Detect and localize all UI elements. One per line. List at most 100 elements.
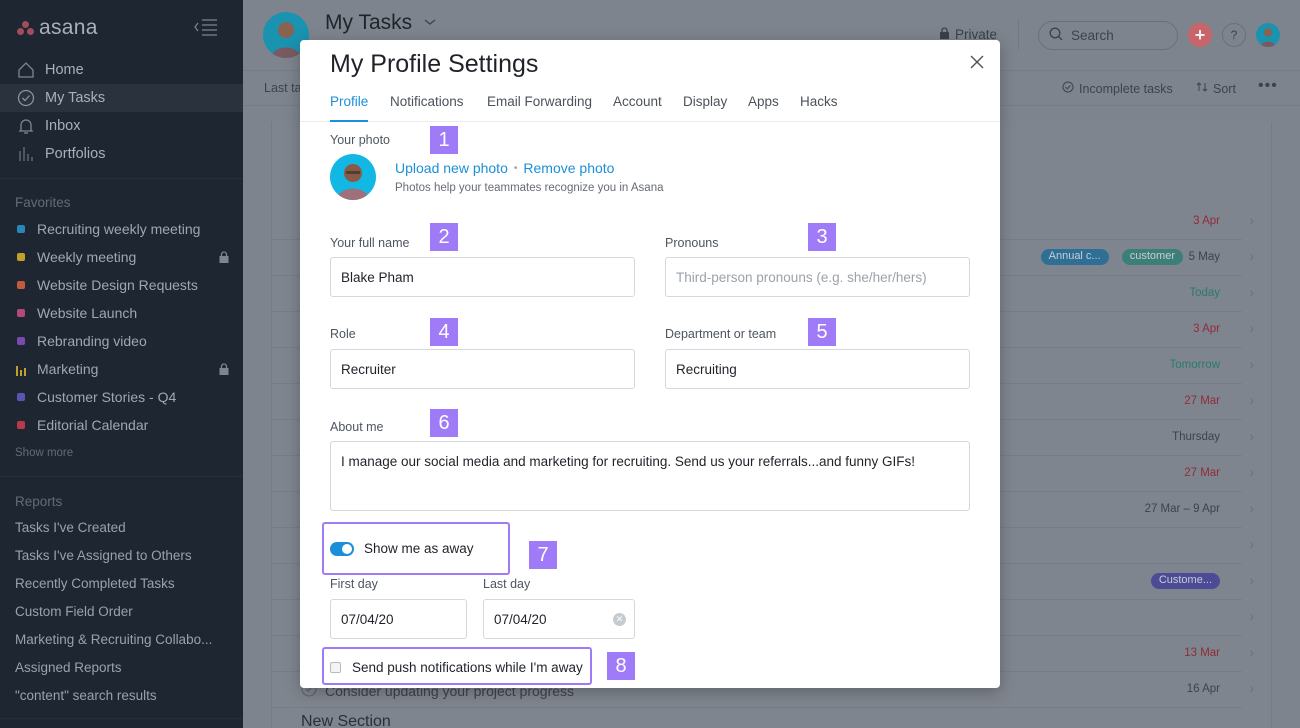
chevron-down-icon[interactable] [423,16,437,30]
report-item[interactable]: Custom Field Order [15,604,133,619]
annotation-badge: 2 [430,223,458,251]
favorites-title: Favorites [15,195,71,210]
due-date[interactable]: 27 Mar – 9 Apr [1145,503,1220,515]
due-date[interactable]: 27 Mar [1184,395,1220,407]
more-options-icon[interactable]: ••• [1258,77,1278,95]
due-date[interactable]: 16 Apr [1187,683,1220,695]
chevron-right-icon[interactable]: › [1249,212,1254,228]
chevron-right-icon[interactable]: › [1249,248,1254,264]
bell-icon [16,116,36,136]
profile-photo[interactable] [330,154,376,200]
task-tag[interactable]: Annual c... [1040,249,1109,265]
due-date[interactable]: 5 May [1189,251,1220,263]
tab-profile[interactable]: Profile [330,94,369,122]
sidebar-item-home[interactable]: Home [0,56,243,84]
bar-chart-icon [16,363,26,376]
chevron-right-icon[interactable]: › [1249,464,1254,480]
photo-help-text: Photos help your teammates recognize you… [395,182,664,194]
sidebar-item-my-tasks[interactable]: My Tasks [0,84,243,112]
help-button[interactable]: ? [1222,23,1246,47]
last-day-field[interactable]: 07/04/20 ✕ [483,599,635,639]
asana-logo[interactable]: asana [17,16,98,40]
role-field[interactable]: Recruiter [330,349,635,389]
close-icon[interactable] [969,54,985,70]
due-date[interactable]: Today [1189,287,1220,299]
favorite-item[interactable]: Weekly meeting [0,244,243,270]
tab-notifications[interactable]: Notifications [390,94,464,122]
due-date[interactable]: 3 Apr [1193,323,1220,335]
divider [0,718,243,719]
chevron-right-icon[interactable]: › [1249,680,1254,696]
quick-add-button[interactable]: + [1188,23,1212,47]
tab-hacks[interactable]: Hacks [800,94,838,122]
report-item[interactable]: Assigned Reports [15,660,122,675]
chevron-right-icon[interactable]: › [1249,608,1254,624]
incomplete-tasks-label: Incomplete tasks [1079,81,1173,96]
upload-photo-link[interactable]: Upload new photo [395,160,508,176]
favorite-label: Website Launch [37,305,138,321]
tab-account[interactable]: Account [613,94,662,122]
report-item[interactable]: "content" search results [15,688,157,703]
tab-display[interactable]: Display [683,94,727,122]
due-date[interactable]: 27 Mar [1184,467,1220,479]
due-date[interactable]: Tomorrow [1170,359,1220,371]
chevron-right-icon[interactable]: › [1249,500,1254,516]
user-avatar[interactable] [1256,23,1280,47]
push-notifications-checkbox[interactable] [330,662,341,673]
department-label: Department or team [665,327,777,341]
report-item[interactable]: Recently Completed Tasks [15,576,175,591]
chevron-right-icon[interactable]: › [1249,284,1254,300]
sidebar-item-inbox[interactable]: Inbox [0,112,243,140]
due-date[interactable]: 13 Mar [1184,647,1220,659]
project-color-icon [17,281,25,289]
plus-icon: + [1194,24,1206,45]
chevron-right-icon[interactable]: › [1249,428,1254,444]
collapse-sidebar-icon[interactable] [193,18,219,36]
search-input[interactable]: Search [1038,21,1178,50]
chevron-right-icon[interactable]: › [1249,356,1254,372]
sidebar-item-portfolios[interactable]: Portfolios [0,140,243,168]
chevron-right-icon[interactable]: › [1249,572,1254,588]
report-item[interactable]: Tasks I've Assigned to Others [15,548,192,563]
chevron-right-icon[interactable]: › [1249,536,1254,552]
sort-icon [1196,81,1208,96]
favorite-item[interactable]: Marketing [0,356,243,382]
project-color-icon [17,421,25,429]
chevron-right-icon[interactable]: › [1249,320,1254,336]
full-name-field[interactable]: Blake Pham [330,257,635,297]
tab-apps[interactable]: Apps [748,94,779,122]
show-more-link[interactable]: Show more [15,447,73,459]
favorite-item[interactable]: Website Design Requests [0,272,243,298]
first-day-label: First day [330,577,378,591]
tab-email-forwarding[interactable]: Email Forwarding [487,94,592,122]
favorite-item[interactable]: Recruiting weekly meeting [0,216,243,242]
task-tag[interactable]: Custome... [1150,573,1220,589]
favorite-item[interactable]: Customer Stories - Q4 [0,384,243,410]
sidebar-item-label: Portfolios [45,146,106,162]
due-date[interactable]: 3 Apr [1193,215,1220,227]
chevron-right-icon[interactable]: › [1249,644,1254,660]
about-me-textarea[interactable]: I manage our social media and marketing … [330,441,970,511]
photo-actions: Upload new photo • Remove photo [395,160,614,176]
chevron-right-icon[interactable]: › [1249,392,1254,408]
first-day-field[interactable]: 07/04/20 [330,599,467,639]
away-toggle[interactable] [330,542,354,556]
clear-icon[interactable]: ✕ [613,613,626,626]
push-notifications-label: Send push notifications while I'm away [352,660,583,675]
incomplete-tasks-filter[interactable]: Incomplete tasks [1062,81,1173,96]
due-date[interactable]: Thursday [1172,431,1220,443]
sort-button[interactable]: Sort [1196,81,1236,96]
remove-photo-link[interactable]: Remove photo [523,160,614,176]
task-tag[interactable]: customer [1121,249,1183,265]
favorite-item[interactable]: Editorial Calendar [0,412,243,438]
annotation-badge: 6 [430,409,458,437]
favorite-item[interactable]: Website Launch [0,300,243,326]
department-field[interactable]: Recruiting [665,349,970,389]
first-day-value: 07/04/20 [341,611,394,627]
pronouns-field[interactable]: Third-person pronouns (e.g. she/her/hers… [665,257,970,297]
report-item[interactable]: Tasks I've Created [15,520,126,535]
favorite-item[interactable]: Rebranding video [0,328,243,354]
report-item[interactable]: Marketing & Recruiting Collabo... [15,632,212,647]
sidebar: asana Home My Tasks Inbox Portfolios Fav… [0,0,243,728]
search-placeholder: Search [1071,28,1114,43]
